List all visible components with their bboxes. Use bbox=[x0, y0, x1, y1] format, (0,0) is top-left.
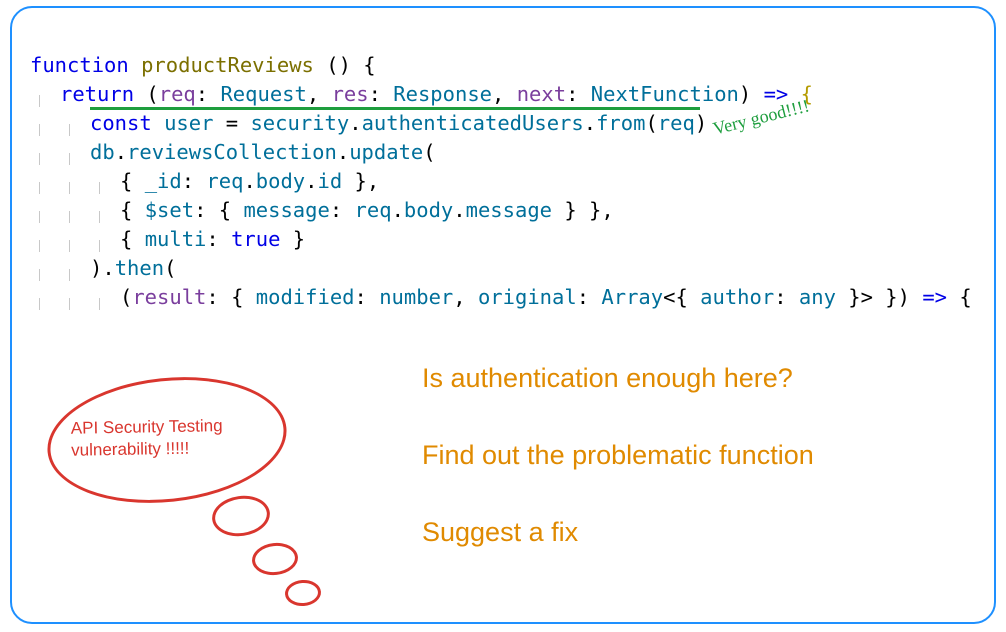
param: next bbox=[517, 82, 566, 106]
ident: body bbox=[256, 169, 305, 193]
bubble-line2: vulnerability !!!!! bbox=[71, 439, 189, 460]
green-underline bbox=[90, 107, 700, 110]
ident: authenticatedUsers bbox=[362, 111, 584, 135]
type: Array bbox=[601, 285, 663, 309]
ident: req bbox=[206, 169, 243, 193]
bubble-trail bbox=[284, 579, 322, 607]
kw-const: const bbox=[90, 111, 152, 135]
ident: reviewsCollection bbox=[127, 140, 337, 164]
bubble-trail bbox=[209, 492, 272, 540]
kw-return: return bbox=[60, 82, 134, 106]
key: original bbox=[478, 285, 577, 309]
ident: security bbox=[250, 111, 349, 135]
type: Response bbox=[393, 82, 492, 106]
ident: message bbox=[466, 198, 552, 222]
kw-function: function bbox=[30, 53, 129, 77]
bubble-trail bbox=[250, 541, 299, 578]
bool: true bbox=[231, 227, 280, 251]
question-1: Is authentication enough here? bbox=[422, 363, 982, 394]
type: NextFunction bbox=[591, 82, 739, 106]
ident: update bbox=[349, 140, 423, 164]
type: Request bbox=[220, 82, 306, 106]
code-block: function productReviews () { return (req… bbox=[30, 22, 972, 341]
key: $set bbox=[145, 198, 194, 222]
bubble-text: API Security Testing vulnerability !!!!! bbox=[71, 414, 272, 461]
bubble-line1: API Security Testing bbox=[71, 416, 223, 438]
slide-card: function productReviews () { return (req… bbox=[10, 6, 996, 624]
var: user bbox=[164, 111, 213, 135]
ident: from bbox=[596, 111, 645, 135]
param: res bbox=[332, 82, 369, 106]
thought-bubble: API Security Testing vulnerability !!!!! bbox=[47, 378, 357, 618]
ident: req bbox=[658, 111, 695, 135]
key: message bbox=[243, 198, 329, 222]
key: author bbox=[700, 285, 774, 309]
question-2: Find out the problematic function bbox=[422, 440, 982, 471]
ident: id bbox=[318, 169, 343, 193]
param: result bbox=[132, 285, 206, 309]
param: req bbox=[159, 82, 196, 106]
ident: req bbox=[355, 198, 392, 222]
key: _id bbox=[145, 169, 182, 193]
type: number bbox=[379, 285, 453, 309]
ident: then bbox=[115, 256, 164, 280]
arrow: => bbox=[922, 285, 947, 309]
code-text: () { bbox=[314, 53, 376, 77]
key: multi bbox=[145, 227, 207, 251]
type: any bbox=[799, 285, 836, 309]
question-3: Suggest a fix bbox=[422, 517, 982, 548]
question-list: Is authentication enough here? Find out … bbox=[422, 363, 982, 594]
key: modified bbox=[256, 285, 355, 309]
ident: db bbox=[90, 140, 115, 164]
ident: body bbox=[404, 198, 453, 222]
fn-name: productReviews bbox=[141, 53, 314, 77]
